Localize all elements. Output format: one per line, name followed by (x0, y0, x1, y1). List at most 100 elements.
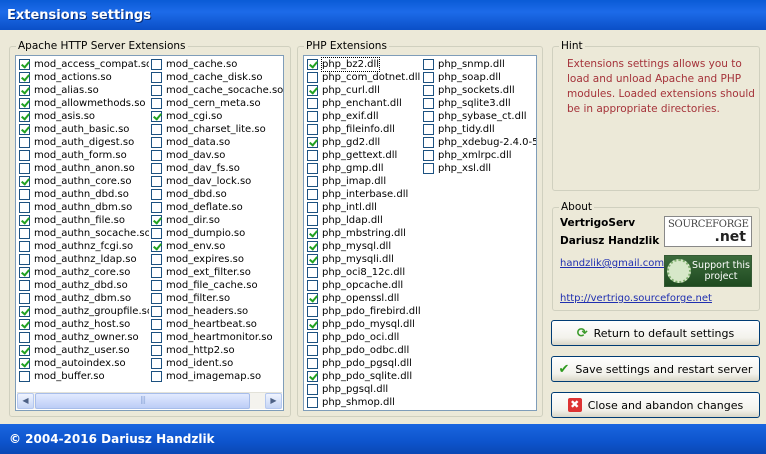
extension-item[interactable]: php_pdo_odbc.dll (307, 344, 421, 357)
extension-checkbox[interactable] (19, 215, 30, 226)
extension-item[interactable]: mod_authz_core.so (19, 266, 149, 279)
extension-item[interactable]: php_pdo_firebird.dll (307, 305, 421, 318)
extension-checkbox[interactable] (307, 371, 318, 382)
extension-checkbox[interactable] (307, 72, 318, 83)
extension-checkbox[interactable] (151, 293, 162, 304)
extension-item[interactable]: mod_dav_fs.so (151, 162, 283, 175)
apache-extensions-list[interactable]: mod_access_compat.so mod_actions.so mod_al… (15, 55, 284, 411)
extension-item[interactable]: php_opcache.dll (307, 279, 421, 292)
extension-item[interactable]: php_sqlite3.dll (423, 97, 536, 110)
extension-checkbox[interactable] (151, 241, 162, 252)
extension-checkbox[interactable] (19, 176, 30, 187)
extension-item[interactable]: mod_authz_user.so (19, 344, 149, 357)
extension-checkbox[interactable] (307, 384, 318, 395)
save-restart-button[interactable]: ✔ Save settings and restart server (551, 356, 760, 382)
close-abandon-button[interactable]: ✖ Close and abandon changes (551, 392, 760, 418)
extension-item[interactable]: mod_authz_dbm.so (19, 292, 149, 305)
extension-item[interactable]: mod_cache_disk.so (151, 71, 283, 84)
extension-item[interactable]: mod_buffer.so (19, 370, 149, 383)
extension-item[interactable]: mod_dir.so (151, 214, 283, 227)
extension-item[interactable]: php_mbstring.dll (307, 227, 421, 240)
extension-item[interactable]: php_xdebug-2.4.0-5. (423, 136, 536, 149)
extension-item[interactable]: php_mysql.dll (307, 240, 421, 253)
extension-item[interactable]: mod_headers.so (151, 305, 283, 318)
extension-checkbox[interactable] (19, 85, 30, 96)
email-link[interactable]: handzlik@gmail.com (560, 258, 664, 269)
extension-checkbox[interactable] (307, 85, 318, 96)
extension-item[interactable]: mod_filter.so (151, 292, 283, 305)
extension-checkbox[interactable] (423, 163, 434, 174)
extension-item[interactable]: php_pdo_pgsql.dll (307, 357, 421, 370)
extension-checkbox[interactable] (307, 202, 318, 213)
extension-item[interactable]: mod_authn_core.so (19, 175, 149, 188)
extension-item[interactable]: mod_dav.so (151, 149, 283, 162)
extension-item[interactable]: php_com_dotnet.dll (307, 71, 421, 84)
extension-checkbox[interactable] (307, 332, 318, 343)
extension-checkbox[interactable] (19, 202, 30, 213)
extension-checkbox[interactable] (19, 98, 30, 109)
extension-checkbox[interactable] (19, 280, 30, 291)
extension-item[interactable]: php_soap.dll (423, 71, 536, 84)
extension-checkbox[interactable] (423, 150, 434, 161)
extension-item[interactable]: mod_authz_host.so (19, 318, 149, 331)
extension-item[interactable]: mod_expires.so (151, 253, 283, 266)
extension-checkbox[interactable] (423, 72, 434, 83)
extension-checkbox[interactable] (307, 59, 318, 70)
extension-checkbox[interactable] (307, 293, 318, 304)
extension-checkbox[interactable] (307, 345, 318, 356)
extension-item[interactable]: mod_alias.so (19, 84, 149, 97)
extension-item[interactable]: php_bz2.dll (307, 57, 421, 72)
extension-item[interactable]: php_curl.dll (307, 84, 421, 97)
extension-checkbox[interactable] (19, 319, 30, 330)
extension-checkbox[interactable] (19, 124, 30, 135)
extension-checkbox[interactable] (151, 228, 162, 239)
extension-item[interactable]: mod_cache_socache.so (151, 84, 283, 97)
extension-item[interactable]: mod_dbd.so (151, 188, 283, 201)
scroll-left-arrow-icon[interactable]: ◀ (17, 393, 34, 409)
extension-item[interactable]: mod_auth_digest.so (19, 136, 149, 149)
extension-checkbox[interactable] (151, 254, 162, 265)
extension-checkbox[interactable] (19, 189, 30, 200)
extension-checkbox[interactable] (151, 59, 162, 70)
extension-item[interactable]: php_imap.dll (307, 175, 421, 188)
extension-item[interactable]: mod_authn_anon.so (19, 162, 149, 175)
extension-item[interactable]: php_xsl.dll (423, 162, 536, 175)
extension-item[interactable]: mod_authz_owner.so (19, 331, 149, 344)
extension-item[interactable]: mod_deflate.so (151, 201, 283, 214)
extension-item[interactable]: php_openssl.dll (307, 292, 421, 305)
extension-checkbox[interactable] (307, 241, 318, 252)
extension-item[interactable]: php_pdo_mysql.dll (307, 318, 421, 331)
extension-checkbox[interactable] (151, 163, 162, 174)
extension-checkbox[interactable] (151, 137, 162, 148)
extension-checkbox[interactable] (19, 163, 30, 174)
website-link[interactable]: http://vertrigo.sourceforge.net (560, 293, 712, 304)
extension-checkbox[interactable] (151, 345, 162, 356)
extension-checkbox[interactable] (307, 358, 318, 369)
extension-item[interactable]: mod_heartmonitor.so (151, 331, 283, 344)
extension-checkbox[interactable] (151, 371, 162, 382)
extension-item[interactable]: mod_authn_socache.so (19, 227, 149, 240)
extension-checkbox[interactable] (307, 137, 318, 148)
extension-item[interactable]: php_pgsql.dll (307, 383, 421, 396)
extension-item[interactable]: php_gd2.dll (307, 136, 421, 149)
extension-item[interactable]: php_snmp.dll (423, 58, 536, 71)
scroll-thumb[interactable] (35, 393, 250, 409)
extension-item[interactable]: mod_authn_dbm.so (19, 201, 149, 214)
extension-item[interactable]: mod_cache.so (151, 58, 283, 71)
extension-item[interactable]: mod_data.so (151, 136, 283, 149)
extension-item[interactable]: php_pdo_sqlite.dll (307, 370, 421, 383)
extension-item[interactable]: mod_auth_form.so (19, 149, 149, 162)
extension-checkbox[interactable] (19, 72, 30, 83)
extension-item[interactable]: mod_access_compat.so (19, 58, 149, 71)
extension-checkbox[interactable] (19, 306, 30, 317)
extension-checkbox[interactable] (423, 111, 434, 122)
extension-item[interactable]: php_intl.dll (307, 201, 421, 214)
window-title-bar[interactable]: Extensions settings (0, 0, 766, 30)
extension-item[interactable]: mod_authn_file.so (19, 214, 149, 227)
scroll-right-arrow-icon[interactable]: ▶ (265, 393, 282, 409)
extension-checkbox[interactable] (307, 397, 318, 408)
extension-item[interactable]: php_enchant.dll (307, 97, 421, 110)
extension-item[interactable]: mod_file_cache.so (151, 279, 283, 292)
extension-checkbox[interactable] (307, 267, 318, 278)
extension-item[interactable]: mod_auth_basic.so (19, 123, 149, 136)
